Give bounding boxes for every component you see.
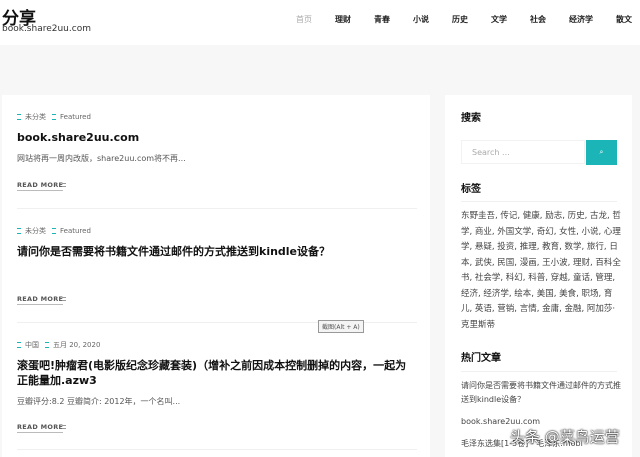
- tag-icon: [52, 114, 56, 120]
- post-title[interactable]: 请问你是否需要将书籍文件通过邮件的方式推送到kindle设备？: [17, 244, 417, 259]
- post-item: 中国 五月 20, 2020 滚蛋吧!肿瘤君(电影版纪念珍藏套装)（增补之前因成本…: [17, 340, 417, 407]
- site-tagline: book.share2uu.com: [2, 24, 91, 34]
- nav-finance[interactable]: 理财: [335, 14, 351, 25]
- post-date: 五月 20, 2020: [53, 341, 101, 349]
- screenshot-tooltip: 截图(Alt + A): [318, 320, 364, 333]
- post-tag[interactable]: Featured: [60, 113, 91, 121]
- post-list: 未分类 Featured book.share2uu.com 网站将再一周内改版，…: [2, 95, 430, 457]
- watermark: 头条 @菜鸟运营: [510, 428, 620, 446]
- tag-icon: [52, 228, 56, 234]
- post-category[interactable]: 中国: [25, 340, 39, 350]
- search-input[interactable]: Search ...: [461, 140, 585, 164]
- nav-essay[interactable]: 散文: [616, 14, 632, 25]
- post-excerpt: 网站将再一周内改版，share2uu.com将不再...: [17, 154, 186, 163]
- divider: [17, 208, 417, 209]
- nav-novel[interactable]: 小说: [413, 14, 429, 25]
- nav-economics[interactable]: 经济学: [569, 14, 593, 25]
- arrow-icon: [62, 425, 66, 429]
- read-more-link[interactable]: READ MORE: [17, 423, 64, 433]
- post-item: 未分类 Featured 请问你是否需要将书籍文件通过邮件的方式推送到kindle…: [17, 226, 417, 259]
- nav-literature[interactable]: 文学: [491, 14, 507, 25]
- hot-post-link[interactable]: 请问你是否需要将书籍文件通过邮件的方式推送到kindle设备？: [461, 379, 621, 407]
- nav-society[interactable]: 社会: [530, 14, 546, 25]
- post-title[interactable]: 滚蛋吧!肿瘤君(电影版纪念珍藏套装)（增补之前因成本控制删掉的内容，一起为正能量…: [17, 358, 417, 388]
- arrow-icon: [62, 297, 66, 301]
- site-header: 分享 book.share2uu.com 首页 理财 青春 小说 历史 文学 社…: [0, 0, 640, 45]
- tags-widget-title: 标签: [461, 184, 481, 195]
- calendar-icon: [45, 342, 49, 348]
- hot-posts-title: 热门文章: [461, 353, 501, 364]
- folder-icon: [17, 228, 21, 234]
- read-more-link[interactable]: READ MORE: [17, 181, 64, 191]
- tag-cloud[interactable]: 东野圭吾, 传记, 健康, 励志, 历史, 古龙, 哲学, 商业, 外国文学, …: [461, 209, 621, 333]
- nav-home[interactable]: 首页: [296, 14, 312, 25]
- post-category[interactable]: 未分类: [25, 226, 46, 236]
- folder-icon: [17, 342, 21, 348]
- divider: [17, 449, 417, 450]
- sidebar: 搜索 Search ... ⌕ 标签 东野圭吾, 传记, 健康, 励志, 历史,…: [445, 95, 632, 457]
- divider: [461, 201, 617, 202]
- search-button[interactable]: ⌕: [586, 140, 617, 165]
- post-excerpt: 豆瓣评分:8.2 豆瓣简介: 2012年，一个名叫...: [17, 397, 181, 406]
- search-icon: ⌕: [599, 148, 604, 156]
- read-more-link[interactable]: READ MORE: [17, 295, 64, 305]
- arrow-icon: [62, 183, 66, 187]
- search-widget-title: 搜索: [461, 113, 481, 124]
- main-nav: 首页 理财 青春 小说 历史 文学 社会 经济学 散文: [273, 14, 632, 25]
- nav-youth[interactable]: 青春: [374, 14, 390, 25]
- post-title[interactable]: book.share2uu.com: [17, 130, 417, 145]
- folder-icon: [17, 114, 21, 120]
- post-item: 未分类 Featured book.share2uu.com 网站将再一周内改版，…: [17, 112, 417, 164]
- post-category[interactable]: 未分类: [25, 112, 46, 122]
- nav-history[interactable]: 历史: [452, 14, 468, 25]
- divider: [461, 371, 617, 372]
- post-tag[interactable]: Featured: [60, 227, 91, 235]
